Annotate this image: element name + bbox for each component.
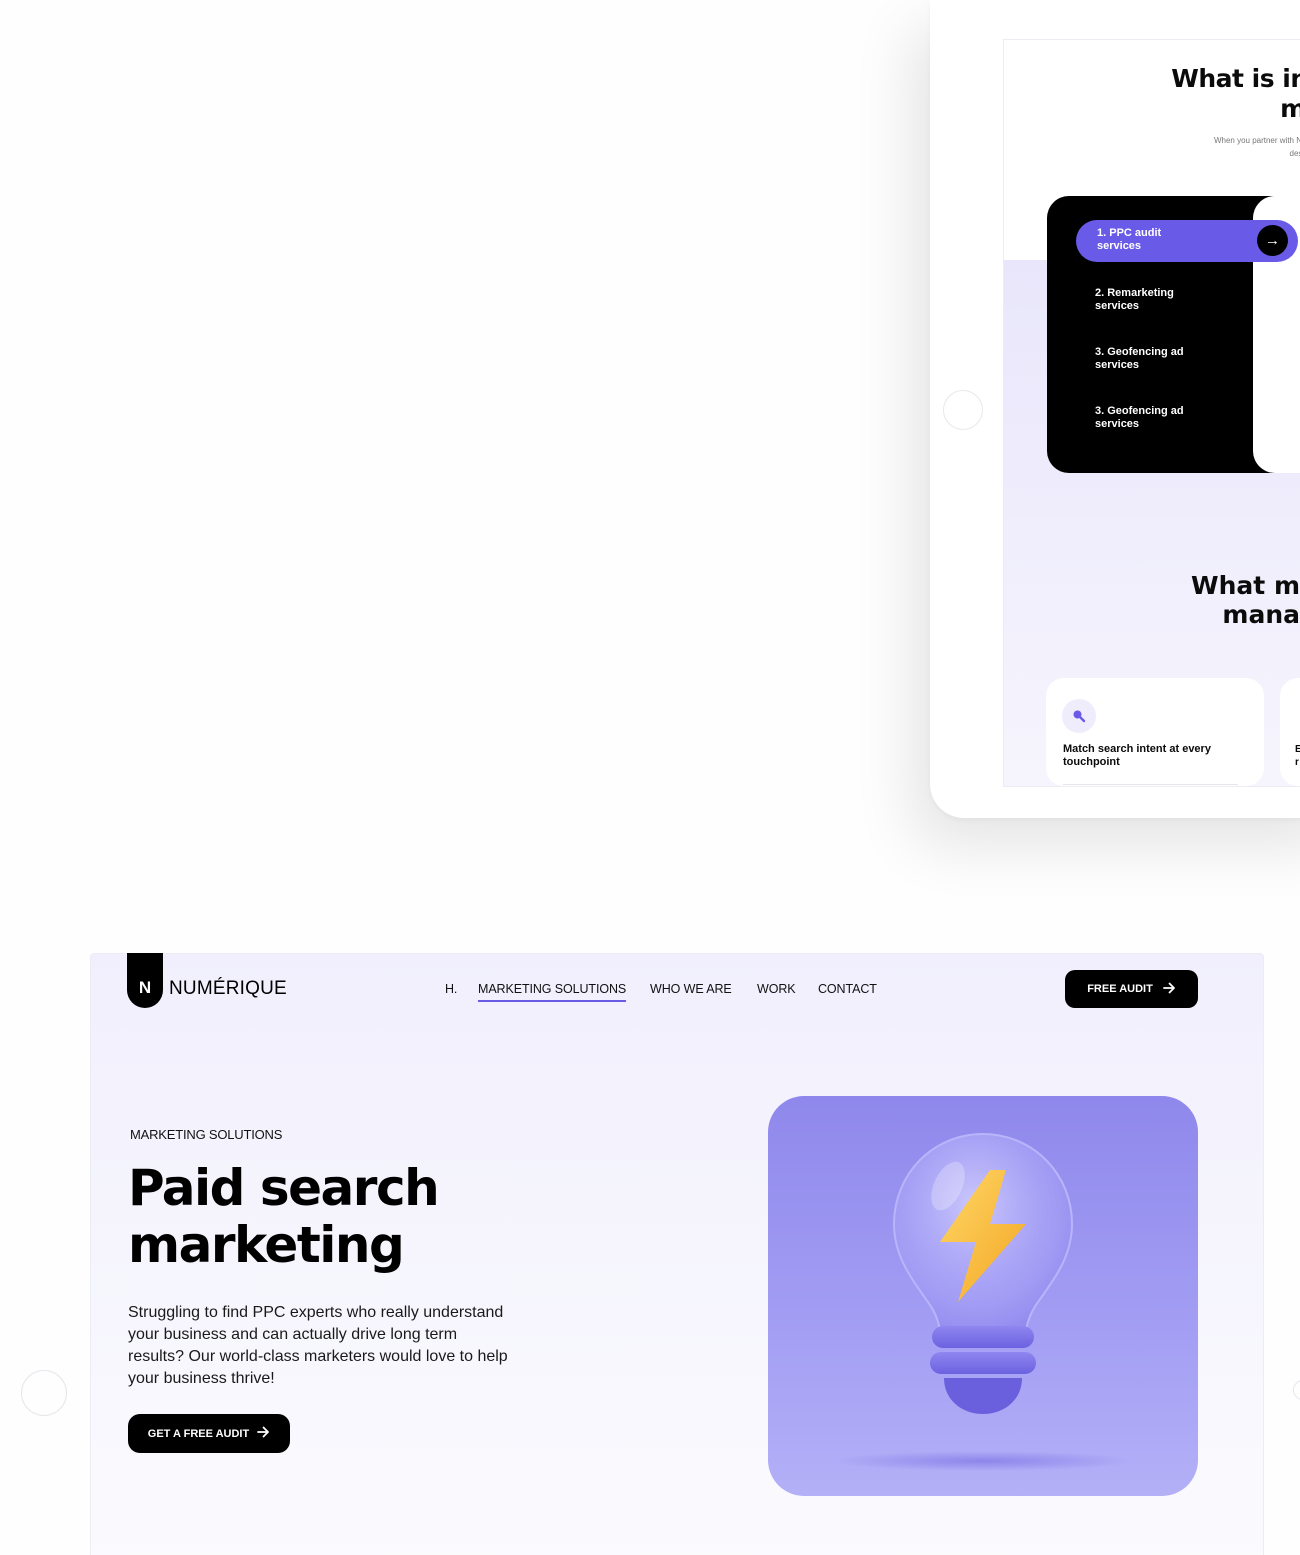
- arrow-right-icon[interactable]: →: [1257, 225, 1288, 256]
- feature-card-2: [1280, 678, 1300, 786]
- nav-marketing-solutions[interactable]: MARKETING SOLUTIONS: [478, 982, 626, 1002]
- feature-text-fragment: [1063, 784, 1238, 785]
- feature2-title-fragment: E: [1295, 744, 1300, 755]
- get-free-audit-button[interactable]: GET A FREE AUDIT: [128, 1414, 290, 1453]
- nav-contact[interactable]: CONTACT: [818, 982, 877, 996]
- hero-eyebrow: MARKETING SOLUTIONS: [130, 1127, 283, 1142]
- arrow-right-icon: [1162, 982, 1176, 997]
- arrow-right-icon: [257, 1426, 270, 1441]
- service-item-label: 1. PPC audit services: [1097, 227, 1162, 252]
- hero-description: Struggling to find PPC experts who reall…: [128, 1304, 508, 1387]
- logo-letter: N: [138, 978, 152, 997]
- device-camera-right: [1293, 1380, 1300, 1400]
- logo-wordmark[interactable]: NUMÉRIQUE: [169, 978, 287, 1000]
- feature-title: Match search intent at every touchpoint: [1063, 743, 1211, 768]
- free-audit-button[interactable]: FREE AUDIT: [1065, 970, 1198, 1008]
- tablet-section-title: What is inc ma: [1171, 64, 1300, 123]
- service-item-geofencing-2[interactable]: 3. Geofencing ad services: [1095, 405, 1205, 431]
- service-item-remarketing[interactable]: 2. Remarketing services: [1095, 287, 1205, 313]
- nav-work[interactable]: WORK: [757, 982, 796, 996]
- feature2-title-fragment-2: r: [1295, 757, 1299, 768]
- hero-illustration-panel: [768, 1096, 1198, 1496]
- lightbulb-icon: [833, 1132, 1133, 1471]
- tablet-section2-title: What m mana: [1191, 571, 1300, 629]
- service-item-geofencing[interactable]: 3. Geofencing ad services: [1095, 346, 1205, 372]
- tablet-section-subtitle: When you partner with Numeri designed: [1213, 136, 1300, 158]
- hero-title: Paid search marketing: [128, 1159, 440, 1274]
- canvas: What is inc ma When you partner with Num…: [0, 0, 1300, 1555]
- nav-who-we-are[interactable]: WHO WE ARE: [650, 982, 732, 996]
- logo-mark[interactable]: N: [127, 953, 163, 1008]
- nav-home[interactable]: H.: [445, 982, 457, 996]
- free-audit-label: FREE AUDIT: [1087, 983, 1153, 995]
- get-free-audit-label: GET A FREE AUDIT: [147, 1427, 250, 1440]
- tablet-home-button: [943, 390, 983, 430]
- device-camera-left: [21, 1370, 67, 1416]
- search-icon: [1062, 699, 1096, 733]
